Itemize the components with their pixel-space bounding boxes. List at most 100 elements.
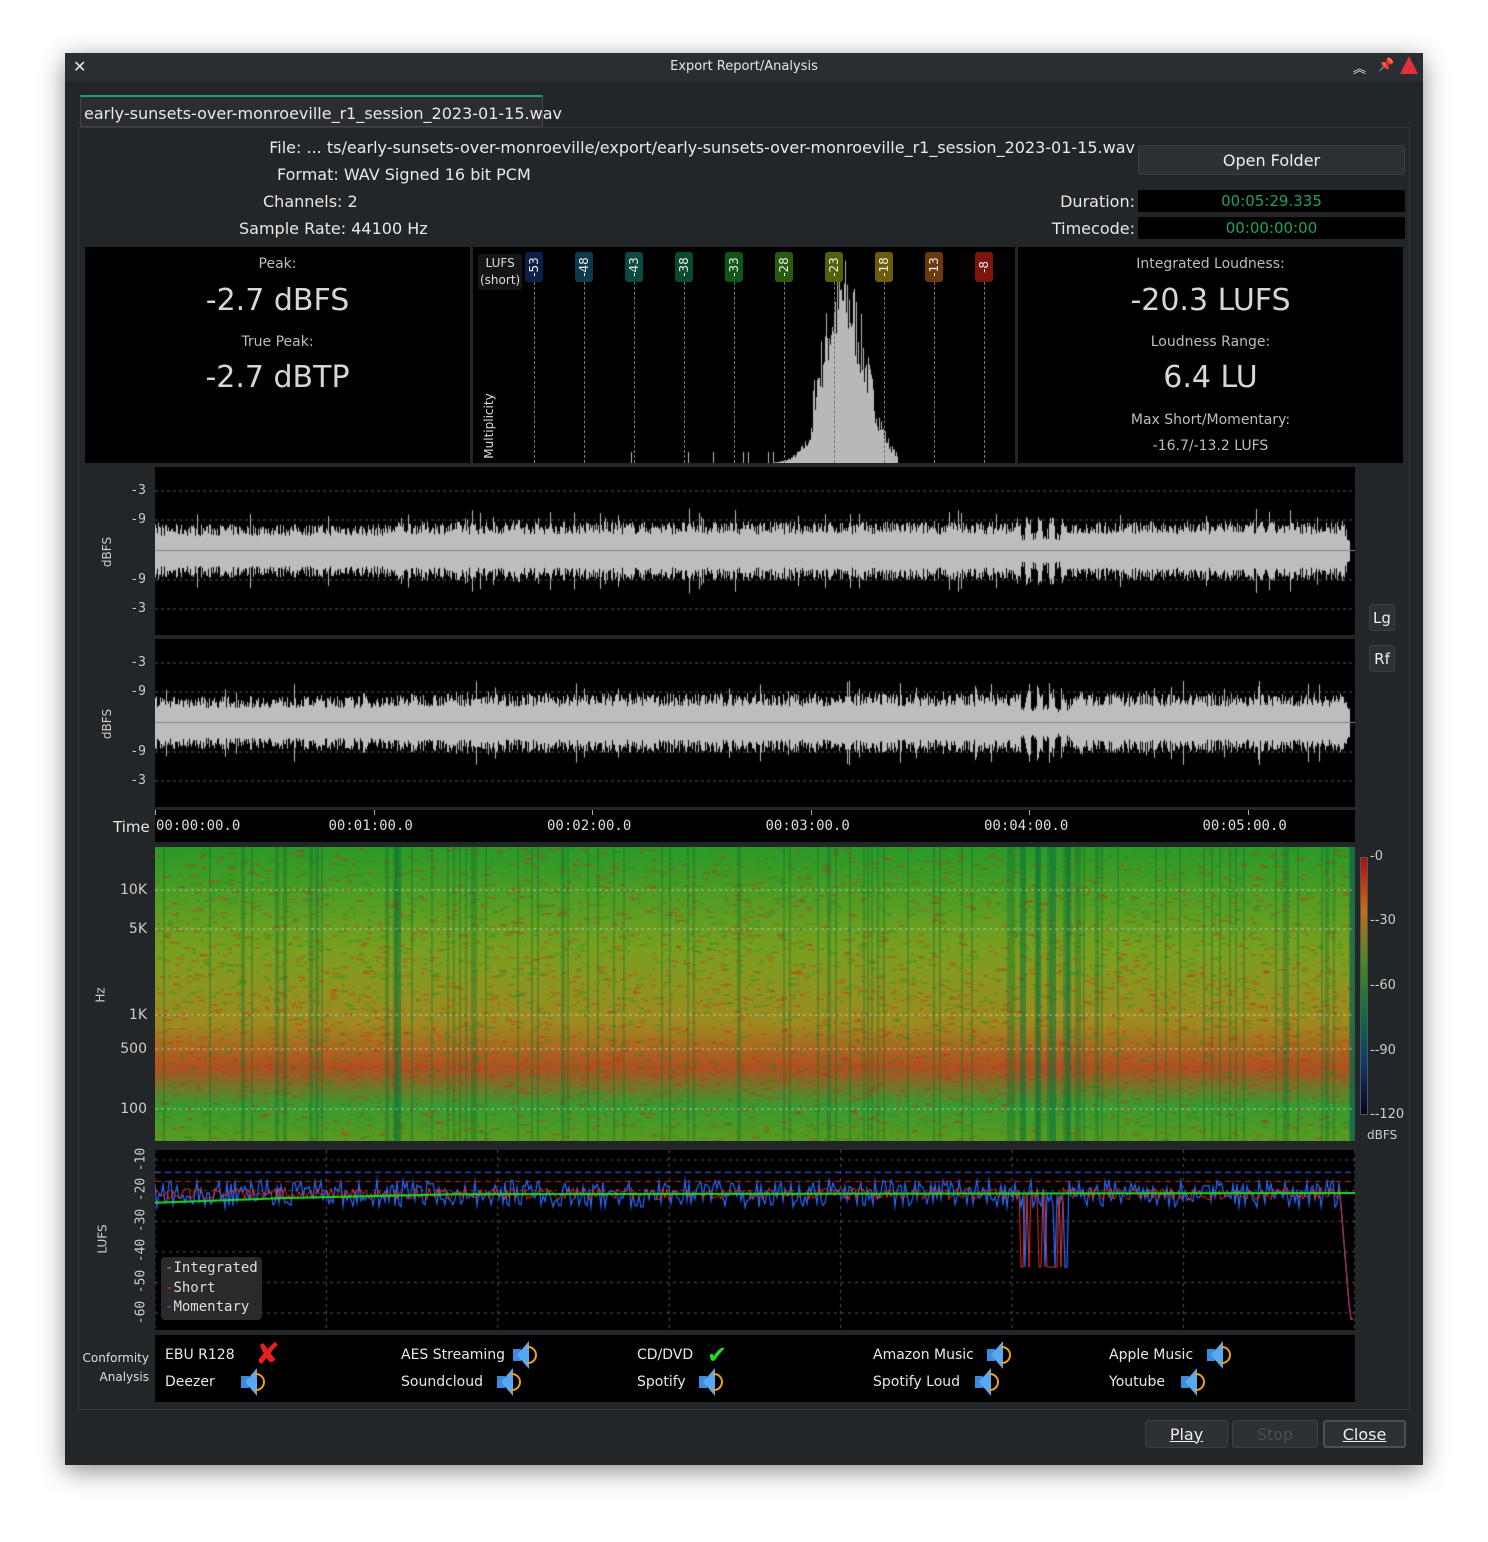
conformity-label: Conformity xyxy=(82,1351,149,1365)
rectified-button[interactable]: Rf xyxy=(1369,645,1395,672)
colorbar xyxy=(1360,857,1368,1115)
conformity-item: AES Streaming xyxy=(401,1341,539,1369)
title-bar: ✕ Export Report/Analysis ︽ 📌 xyxy=(65,53,1423,82)
conformity-name: Youtube xyxy=(1109,1374,1165,1390)
keep-above-icon[interactable]: ︽ xyxy=(1353,58,1366,77)
app-logo-icon xyxy=(1400,56,1418,74)
histogram-tick: -18 xyxy=(875,252,893,282)
conformity-name: Deezer xyxy=(165,1374,215,1390)
timecode-label: Timecode: xyxy=(1051,219,1135,238)
histogram-gridline xyxy=(684,267,685,463)
analysis-label: Analysis xyxy=(99,1370,149,1384)
histogram-title: LUFS (short) xyxy=(478,254,523,290)
spectrogram-ylabel: Hz xyxy=(93,987,108,1003)
waveform-tick: -3 xyxy=(130,483,146,498)
peak-value: -2.7 dBFS xyxy=(205,283,350,318)
conformity-item: Spotify Loud xyxy=(873,1368,1001,1396)
time-ruler[interactable]: 00:00:00.0 00:01:00.0 00:02:00.0 00:03:00.0… xyxy=(155,810,1355,842)
histogram-tick: -53 xyxy=(525,252,543,282)
speaker-icon xyxy=(1181,1368,1207,1396)
histogram-tick: -38 xyxy=(675,252,693,282)
frequency-tick: 100 xyxy=(120,1101,147,1117)
tab-label: early-sunsets-over-monroeville_r1_sessio… xyxy=(84,104,562,123)
histogram-gridline xyxy=(834,267,835,463)
conformity-name: Amazon Music xyxy=(873,1347,974,1363)
peak-panel: Peak: -2.7 dBFS True Peak: -2.7 dBTP xyxy=(85,247,470,463)
frequency-tick: 1K xyxy=(128,1007,147,1023)
range-label: Loudness Range: xyxy=(1150,334,1271,350)
histogram-gridline xyxy=(934,267,935,463)
waveform-right xyxy=(155,639,1355,807)
open-folder-button[interactable]: Open Folder xyxy=(1138,145,1405,175)
histogram-gridline xyxy=(584,267,585,463)
lufs-tick: -20 xyxy=(133,1177,149,1202)
histogram-gridline xyxy=(734,267,735,463)
colorbar-tick: --60 xyxy=(1370,978,1396,993)
loudness-histogram: LUFS (short) Multiplicity -53 -48 -43 -3… xyxy=(473,247,1015,463)
conformity-name: Spotify Loud xyxy=(873,1374,961,1390)
histogram-gridline xyxy=(634,267,635,463)
lufs-tick: -50 xyxy=(133,1269,149,1294)
colorbar-tick: --30 xyxy=(1370,913,1396,928)
conformity-item: Soundcloud xyxy=(401,1368,523,1396)
conformity-name: Soundcloud xyxy=(401,1374,483,1390)
tab-file[interactable]: early-sunsets-over-monroeville_r1_sessio… xyxy=(80,95,562,127)
true-peak-value: -2.7 dBTP xyxy=(205,360,350,395)
speaker-icon xyxy=(1207,1341,1233,1369)
window-title: Export Report/Analysis xyxy=(670,59,818,74)
conformity-item: Apple Music xyxy=(1109,1341,1233,1369)
colorbar-tick: -0 xyxy=(1370,849,1383,864)
spectrogram xyxy=(155,847,1355,1141)
time-tick: 00:04:00.0 xyxy=(984,818,1069,834)
colorbar-tick: --90 xyxy=(1370,1043,1396,1058)
loudness-graph: -Integrated -Short -Momentary xyxy=(155,1150,1355,1330)
true-peak-label: True Peak: xyxy=(241,334,314,350)
lufs-tick: -40 xyxy=(133,1238,149,1263)
pass-icon: ✔ xyxy=(707,1341,728,1369)
time-tick: 00:05:00.0 xyxy=(1202,818,1287,834)
sample-rate-info: Sample Rate: 44100 Hz xyxy=(239,219,428,238)
waveform-tick: -3 xyxy=(130,655,146,670)
legend-item: -Integrated xyxy=(165,1260,258,1276)
histogram-gridline xyxy=(534,267,535,463)
histogram-gridline xyxy=(884,267,885,463)
format-info: Format: WAV Signed 16 bit PCM xyxy=(277,165,531,184)
time-tick: 00:03:00.0 xyxy=(765,818,850,834)
conformity-panel: EBU R128 ✘ Deezer AES Streaming Soundcloud CD… xyxy=(155,1335,1355,1402)
stop-button[interactable]: Stop xyxy=(1232,1420,1318,1448)
close-button[interactable]: Close xyxy=(1323,1420,1406,1448)
conformity-name: EBU R128 xyxy=(165,1347,235,1363)
conformity-item: EBU R128 ✘ xyxy=(165,1340,280,1370)
legend: -Integrated -Short -Momentary xyxy=(161,1257,262,1320)
speaker-icon xyxy=(699,1368,725,1396)
histogram-tick: -43 xyxy=(625,252,643,282)
log-scale-button[interactable]: Lg xyxy=(1369,604,1395,631)
legend-item: -Short xyxy=(165,1279,216,1296)
duration-label: Duration: xyxy=(1060,192,1135,211)
waveform-ylabel: dBFS xyxy=(100,536,115,568)
histogram-tick: -33 xyxy=(725,252,743,282)
loudness-ylabel: LUFS xyxy=(95,1224,110,1254)
histogram-tick: -23 xyxy=(825,252,843,282)
loudness-panel: Integrated Loudness: -20.3 LUFS Loudness… xyxy=(1018,247,1403,463)
pin-icon[interactable]: 📌 xyxy=(1378,58,1394,73)
speaker-icon xyxy=(241,1368,267,1396)
histogram-tick: -48 xyxy=(575,252,593,282)
time-tick: 00:00:00.0 xyxy=(156,818,241,834)
conformity-name: AES Streaming xyxy=(401,1347,506,1363)
lufs-tick: -30 xyxy=(133,1208,149,1233)
channels-info: Channels: 2 xyxy=(263,192,358,211)
frequency-tick: 500 xyxy=(120,1041,147,1057)
histogram-subtitle: (short) xyxy=(480,273,521,287)
lufs-tick: -60 xyxy=(133,1300,149,1325)
integrated-value: -20.3 LUFS xyxy=(1130,283,1291,318)
play-button[interactable]: Play xyxy=(1145,1420,1228,1448)
waveform-left xyxy=(155,467,1355,635)
max-value: -16.7/-13.2 LUFS xyxy=(1152,438,1269,454)
waveform-tick: -9 xyxy=(130,684,146,699)
colorbar-tick: --120 xyxy=(1370,1107,1405,1122)
lufs-tick: -10 xyxy=(133,1147,149,1172)
waveform-ylabel: dBFS xyxy=(100,708,115,740)
integrated-label: Integrated Loudness: xyxy=(1136,256,1285,272)
conformity-item: Amazon Music xyxy=(873,1341,1013,1369)
